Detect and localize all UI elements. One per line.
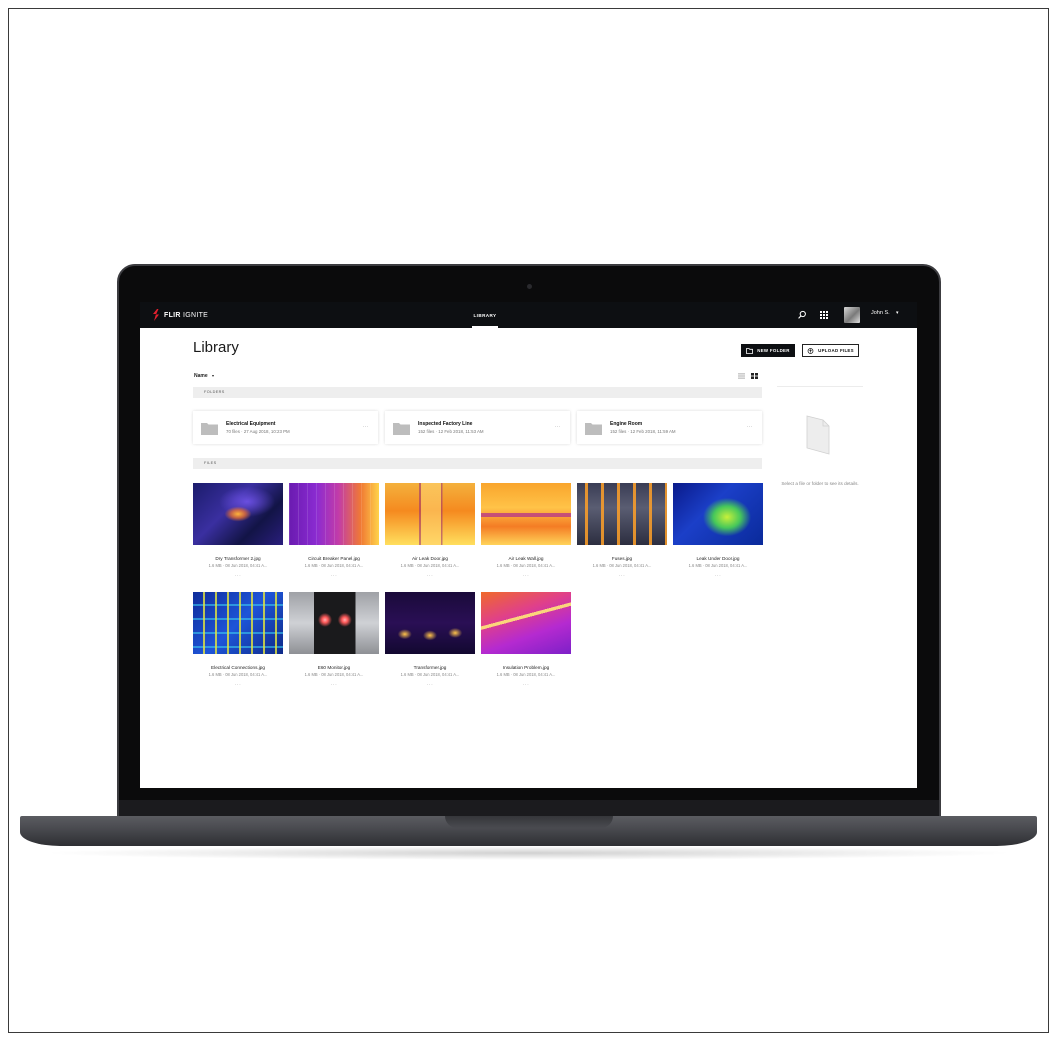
folder-meta: 70 files · 27 Aug 2018, 10:23 PM	[226, 429, 290, 434]
list-view-icon[interactable]	[738, 373, 745, 379]
more-options-icon[interactable]: ···	[385, 682, 475, 688]
thermal-image-thumbnail[interactable]	[193, 592, 283, 654]
more-options-icon[interactable]: ···	[385, 573, 475, 579]
file-name: Transformer.jpg	[413, 665, 447, 670]
file-name: Electrical Connections.jpg	[211, 665, 265, 670]
folder-card[interactable]: Inspected Factory Line 152 files · 12 Fe…	[385, 411, 570, 444]
top-navigation-bar: FLIR IGNITE LIBRARY John S. ▾	[140, 302, 917, 328]
more-options-icon[interactable]: ···	[193, 573, 283, 579]
more-options-icon[interactable]: ···	[363, 424, 370, 430]
more-options-icon[interactable]: ···	[289, 573, 379, 579]
file-name: Leak Under Door.jpg	[696, 556, 740, 561]
sort-chevron-down-icon: ▾	[212, 373, 215, 378]
file-meta: 1.6 MB · 08 Jun 2018, 04:41 A...	[400, 672, 460, 677]
thermal-image-thumbnail[interactable]	[385, 592, 475, 654]
logo-product: IGNITE	[183, 311, 209, 319]
new-folder-label: NEW FOLDER	[757, 348, 790, 353]
laptop-hinge	[119, 800, 939, 816]
empty-selection-illustration-icon	[806, 415, 830, 455]
folder-card[interactable]: Electrical Equipment 70 files · 27 Aug 2…	[193, 411, 378, 444]
file-card[interactable]: Insulation Problem.jpg 1.6 MB · 08 Jun 2…	[481, 592, 571, 688]
thermal-image-thumbnail[interactable]	[481, 483, 571, 545]
thermal-image-thumbnail[interactable]	[289, 483, 379, 545]
more-options-icon[interactable]: ···	[747, 424, 754, 430]
details-panel-divider	[777, 386, 863, 387]
sort-dropdown[interactable]: Name ▾	[194, 373, 214, 379]
more-options-icon[interactable]: ···	[555, 424, 562, 430]
more-options-icon[interactable]: ···	[577, 573, 667, 579]
sort-label: Name	[194, 373, 208, 379]
file-name: Fuses.jpg	[611, 556, 633, 561]
file-card[interactable]: Dry Transformer 2.jpg 1.6 MB · 08 Jun 20…	[193, 483, 283, 579]
file-meta: 1.6 MB · 08 Jun 2018, 04:41 A...	[688, 563, 748, 568]
more-options-icon[interactable]: ···	[673, 573, 763, 579]
file-card[interactable]: Transformer.jpg 1.6 MB · 08 Jun 2018, 04…	[385, 592, 475, 688]
more-options-icon[interactable]: ···	[481, 682, 571, 688]
logo-brand: FLIR	[164, 311, 181, 319]
file-card[interactable]: Electrical Connections.jpg 1.6 MB · 08 J…	[193, 592, 283, 688]
file-meta: 1.6 MB · 08 Jun 2018, 04:41 A...	[400, 563, 460, 568]
file-meta: 1.6 MB · 08 Jun 2018, 04:41 A...	[208, 672, 268, 677]
folder-icon	[393, 423, 410, 435]
thermal-image-thumbnail[interactable]	[577, 483, 667, 545]
search-icon[interactable]	[797, 310, 807, 320]
user-name[interactable]: John S.	[871, 310, 890, 316]
file-name: Dry Transformer 2.jpg	[215, 556, 261, 561]
app-screen: FLIR IGNITE LIBRARY John S. ▾ Library NE…	[140, 302, 917, 788]
thermal-image-thumbnail[interactable]	[289, 592, 379, 654]
thermal-image-thumbnail[interactable]	[673, 483, 763, 545]
more-options-icon[interactable]: ···	[289, 682, 379, 688]
chevron-down-icon[interactable]: ▾	[896, 310, 899, 316]
folder-icon	[201, 423, 218, 435]
folder-card[interactable]: Engine Room 152 files · 12 Feb 2018, 11:…	[577, 411, 762, 444]
grid-view-icon[interactable]	[751, 373, 758, 379]
file-name: Insulation Problem.jpg	[502, 665, 550, 670]
file-name: Circuit Breaker Panel.jpg	[308, 556, 360, 561]
folder-name: Engine Room	[610, 421, 643, 427]
folders-section-header: FOLDERS	[193, 387, 762, 398]
flir-ignite-logo[interactable]: FLIR IGNITE	[151, 309, 208, 321]
file-meta: 1.6 MB · 08 Jun 2018, 04:41 A...	[304, 563, 364, 568]
file-card[interactable]: Circuit Breaker Panel.jpg 1.6 MB · 08 Ju…	[289, 483, 379, 579]
file-meta: 1.6 MB · 08 Jun 2018, 04:41 A...	[496, 672, 556, 677]
flame-logo-icon	[153, 309, 159, 321]
thermal-image-thumbnail[interactable]	[193, 483, 283, 545]
file-card[interactable]: Air Leak Door.jpg 1.6 MB · 08 Jun 2018, …	[385, 483, 475, 579]
file-card[interactable]: Fuses.jpg 1.6 MB · 08 Jun 2018, 04:41 A.…	[577, 483, 667, 579]
file-name: Air Leak Door.jpg	[412, 556, 448, 561]
thermal-image-thumbnail[interactable]	[385, 483, 475, 545]
file-name: Air Leak Wall.jpg	[508, 556, 544, 561]
file-card[interactable]: Air Leak Wall.jpg 1.6 MB · 08 Jun 2018, …	[481, 483, 571, 579]
upload-files-button[interactable]: UPLOAD FILES	[802, 344, 859, 357]
folder-name: Electrical Equipment	[226, 421, 276, 427]
file-name: E60 Monitor.jpg	[317, 665, 351, 670]
more-options-icon[interactable]: ···	[481, 573, 571, 579]
file-meta: 1.6 MB · 08 Jun 2018, 04:41 A...	[304, 672, 364, 677]
new-folder-button[interactable]: NEW FOLDER	[741, 344, 795, 357]
page-title: Library	[193, 339, 239, 356]
folder-outline-icon	[746, 347, 754, 354]
details-empty-message: Select a file or folder to see its detai…	[781, 481, 859, 486]
webcam	[527, 284, 532, 289]
folder-icon	[585, 423, 602, 435]
upload-cloud-icon	[807, 347, 814, 354]
apps-grid-icon[interactable]	[819, 310, 829, 320]
file-meta: 1.6 MB · 08 Jun 2018, 04:41 A...	[592, 563, 652, 568]
user-avatar[interactable]	[844, 307, 860, 323]
nav-tab-library[interactable]: LIBRARY	[470, 302, 500, 328]
folder-name: Inspected Factory Line	[418, 421, 473, 427]
file-meta: 1.6 MB · 08 Jun 2018, 04:41 A...	[208, 563, 268, 568]
laptop-shadow	[40, 846, 1017, 860]
folder-meta: 152 files · 12 Feb 2018, 11:53 AM	[418, 429, 484, 434]
file-card[interactable]: Leak Under Door.jpg 1.6 MB · 08 Jun 2018…	[673, 483, 763, 579]
file-meta: 1.6 MB · 08 Jun 2018, 04:41 A...	[496, 563, 556, 568]
folder-meta: 152 files · 12 Feb 2018, 11:59 AM	[610, 429, 676, 434]
more-options-icon[interactable]: ···	[193, 682, 283, 688]
file-card[interactable]: E60 Monitor.jpg 1.6 MB · 08 Jun 2018, 04…	[289, 592, 379, 688]
thermal-image-thumbnail[interactable]	[481, 592, 571, 654]
upload-files-label: UPLOAD FILES	[818, 348, 854, 353]
laptop-notch	[445, 816, 613, 828]
files-section-header: FILES	[193, 458, 762, 469]
